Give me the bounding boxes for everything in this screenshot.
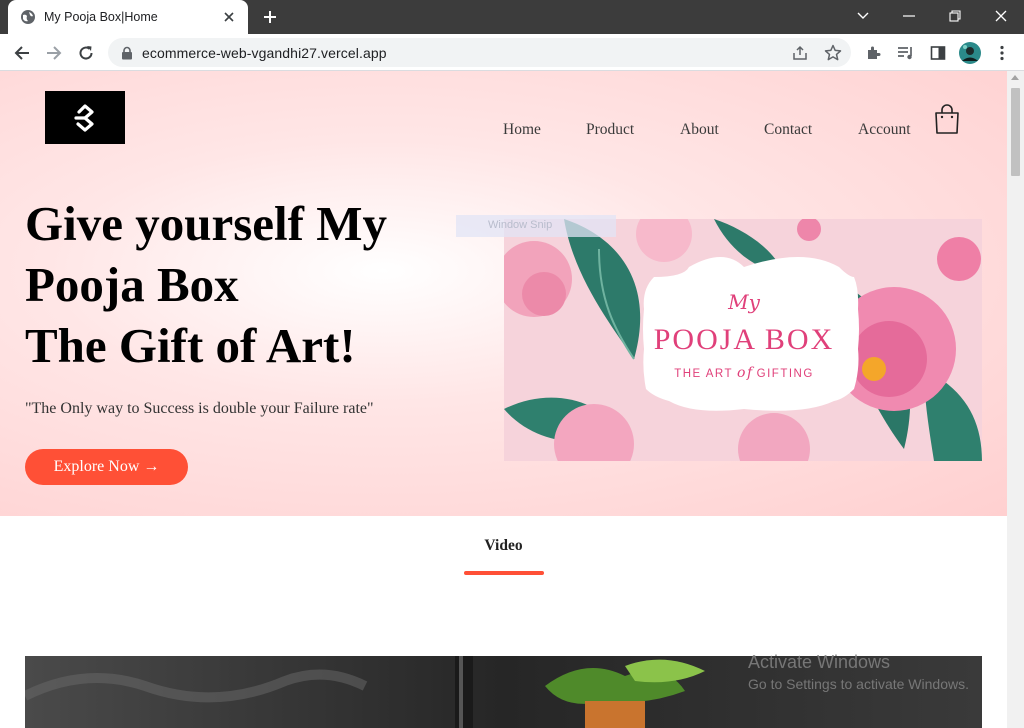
site-logo[interactable] (45, 91, 125, 144)
nav-account[interactable]: Account (858, 121, 911, 139)
puzzle-icon (868, 46, 881, 59)
lock-icon[interactable] (120, 46, 134, 60)
logo-icon (74, 103, 94, 132)
restore-icon (949, 10, 961, 22)
banner-brand-text: POOJA BOX (654, 323, 835, 356)
browser-toolbar: ecommerce-web-vgandhi27.vercel.app (0, 34, 1024, 71)
watermark-subtitle: Go to Settings to activate Windows. (748, 676, 969, 692)
shopping-bag-icon[interactable] (933, 103, 961, 135)
share-icon[interactable] (791, 44, 809, 62)
banner-my-text: My (727, 290, 760, 314)
scroll-up-arrow-icon[interactable] (1011, 75, 1019, 80)
more-vert-icon (1000, 45, 1004, 61)
nav-product[interactable]: Product (586, 121, 634, 139)
video-section-title: Video (484, 537, 523, 554)
close-window-button[interactable] (978, 2, 1024, 30)
watermark-title: Activate Windows (748, 652, 891, 672)
banner-tagline-of: of (737, 365, 755, 381)
page-viewport: Home Product About Contact Account Give … (0, 71, 1007, 728)
forward-button[interactable] (41, 40, 67, 66)
tab-search-button[interactable] (840, 2, 886, 30)
chevron-down-icon (857, 12, 869, 19)
arrow-left-icon (14, 46, 29, 60)
scrollbar-thumb[interactable] (1011, 88, 1020, 176)
side-panel-icon (930, 46, 946, 60)
profile-avatar[interactable] (957, 40, 983, 66)
page-scrollbar[interactable] (1007, 71, 1024, 728)
extensions-button[interactable] (861, 40, 887, 66)
hero-banner-image: My POOJA BOX THE ART of GIFTING (504, 219, 982, 461)
banner-tagline-post: GIFTING (757, 368, 814, 380)
banner-tagline-pre: THE ART (674, 368, 733, 380)
explore-now-button[interactable]: Explore Now → (25, 449, 188, 485)
hero-quote: "The Only way to Success is double your … (25, 400, 374, 417)
url-text[interactable]: ecommerce-web-vgandhi27.vercel.app (142, 45, 387, 61)
star-icon[interactable] (824, 44, 842, 62)
hero-title-line: Pooja Box (25, 257, 239, 312)
tab-title: My Pooja Box|Home (44, 10, 158, 24)
window-snip-overlay: Window Snip (456, 215, 616, 237)
globe-icon (21, 10, 35, 24)
media-control-button[interactable] (893, 40, 919, 66)
nav-home[interactable]: Home (503, 121, 541, 139)
nav-contact[interactable]: Contact (764, 121, 812, 139)
arrow-right-icon (47, 46, 62, 60)
floral-banner-graphic: My POOJA BOX THE ART of GIFTING (504, 219, 982, 461)
new-tab-button[interactable] (258, 6, 282, 28)
hero-title: Give yourself My Pooja Box The Gift of A… (25, 193, 465, 376)
nav-about[interactable]: About (680, 121, 719, 139)
playlist-icon (898, 47, 912, 60)
banner-tagline: THE ART of GIFTING (674, 365, 814, 381)
avatar-icon (959, 42, 981, 64)
browser-tab[interactable]: My Pooja Box|Home (8, 0, 248, 34)
close-tab-icon[interactable] (220, 8, 238, 26)
hero-title-line: Give yourself My (25, 196, 387, 251)
address-bar[interactable]: ecommerce-web-vgandhi27.vercel.app (108, 38, 851, 67)
section-underline (464, 571, 544, 575)
browser-tab-strip: My Pooja Box|Home (0, 0, 1024, 34)
hero-section: Home Product About Contact Account Give … (0, 71, 1007, 516)
back-button[interactable] (9, 40, 35, 66)
minimize-button[interactable] (886, 2, 932, 30)
side-panel-button[interactable] (925, 40, 951, 66)
activate-windows-watermark: Activate Windows Go to Settings to activ… (748, 651, 969, 694)
hero-title-line: The Gift of Art! (25, 318, 356, 373)
plus-icon (264, 11, 276, 23)
reload-button[interactable] (73, 40, 99, 66)
close-icon (995, 10, 1007, 22)
reload-icon (79, 46, 93, 60)
browser-menu-button[interactable] (989, 40, 1015, 66)
restore-button[interactable] (932, 2, 978, 30)
minimize-icon (903, 15, 915, 17)
